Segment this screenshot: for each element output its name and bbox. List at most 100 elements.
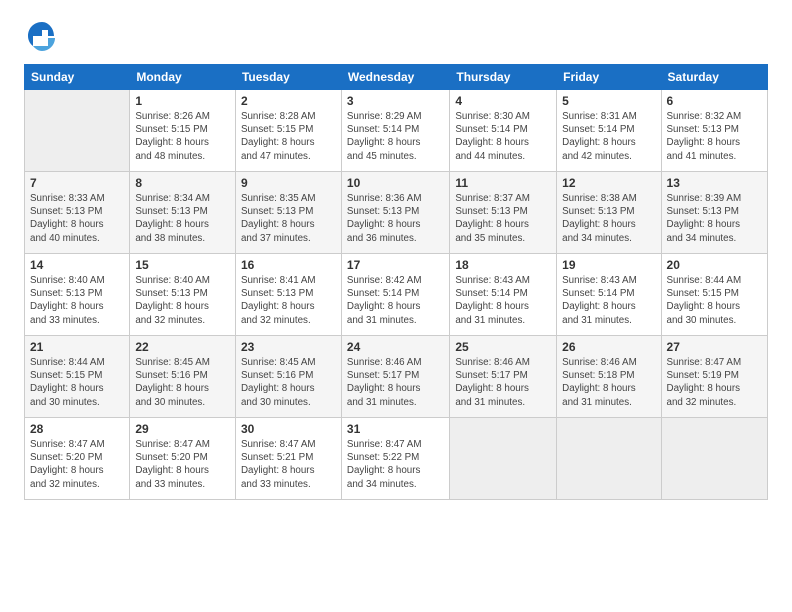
day-info: Sunrise: 8:46 AM Sunset: 5:17 PM Dayligh… [455,356,551,409]
day-info: Sunrise: 8:30 AM Sunset: 5:14 PM Dayligh… [455,110,551,163]
day-info: Sunrise: 8:47 AM Sunset: 5:22 PM Dayligh… [347,438,444,491]
week-row-3: 21 Sunrise: 8:44 AM Sunset: 5:15 PM Dayli… [25,336,768,418]
header [24,18,768,54]
day-info: Sunrise: 8:29 AM Sunset: 5:14 PM Dayligh… [347,110,444,163]
day-info: Sunrise: 8:40 AM Sunset: 5:13 PM Dayligh… [30,274,124,327]
day-info: Sunrise: 8:47 AM Sunset: 5:19 PM Dayligh… [667,356,762,409]
day-number: 25 [455,340,551,354]
week-row-2: 14 Sunrise: 8:40 AM Sunset: 5:13 PM Dayli… [25,254,768,336]
day-number: 14 [30,258,124,272]
day-info: Sunrise: 8:47 AM Sunset: 5:20 PM Dayligh… [135,438,230,491]
page: SundayMondayTuesdayWednesdayThursdayFrid… [0,0,792,612]
day-cell [450,418,557,500]
day-cell: 9 Sunrise: 8:35 AM Sunset: 5:13 PM Daylig… [235,172,341,254]
day-cell: 10Sunrise: 8:36 AM Sunset: 5:13 PM Dayli… [341,172,449,254]
day-number: 4 [455,94,551,108]
day-info: Sunrise: 8:46 AM Sunset: 5:18 PM Dayligh… [562,356,655,409]
day-number: 29 [135,422,230,436]
day-info: Sunrise: 8:46 AM Sunset: 5:17 PM Dayligh… [347,356,444,409]
day-cell: 2 Sunrise: 8:28 AM Sunset: 5:15 PM Daylig… [235,90,341,172]
day-number: 3 [347,94,444,108]
day-cell: 22Sunrise: 8:45 AM Sunset: 5:16 PM Dayli… [130,336,236,418]
day-cell: 29 Sunrise: 8:47 AM Sunset: 5:20 PM Dayli… [130,418,236,500]
day-info: Sunrise: 8:44 AM Sunset: 5:15 PM Dayligh… [667,274,762,327]
day-cell [661,418,767,500]
day-info: Sunrise: 8:36 AM Sunset: 5:13 PM Dayligh… [347,192,444,245]
day-info: Sunrise: 8:45 AM Sunset: 5:16 PM Dayligh… [241,356,336,409]
logo [24,18,66,54]
day-cell: 19 Sunrise: 8:43 AM Sunset: 5:14 PM Dayli… [557,254,661,336]
day-info: Sunrise: 8:39 AM Sunset: 5:13 PM Dayligh… [667,192,762,245]
day-cell: 15 Sunrise: 8:40 AM Sunset: 5:13 PM Dayli… [130,254,236,336]
day-cell: 8Sunrise: 8:34 AM Sunset: 5:13 PM Daylig… [130,172,236,254]
day-info: Sunrise: 8:31 AM Sunset: 5:14 PM Dayligh… [562,110,655,163]
day-info: Sunrise: 8:38 AM Sunset: 5:13 PM Dayligh… [562,192,655,245]
day-number: 12 [562,176,655,190]
day-cell: 11Sunrise: 8:37 AM Sunset: 5:13 PM Dayli… [450,172,557,254]
day-number: 27 [667,340,762,354]
day-cell [25,90,130,172]
day-cell: 20 Sunrise: 8:44 AM Sunset: 5:15 PM Dayli… [661,254,767,336]
day-info: Sunrise: 8:35 AM Sunset: 5:13 PM Dayligh… [241,192,336,245]
week-row-0: 1 Sunrise: 8:26 AM Sunset: 5:15 PM Daylig… [25,90,768,172]
day-cell: 18 Sunrise: 8:43 AM Sunset: 5:14 PM Dayli… [450,254,557,336]
logo-icon [24,18,60,54]
day-number: 21 [30,340,124,354]
day-info: Sunrise: 8:26 AM Sunset: 5:15 PM Dayligh… [135,110,230,163]
day-number: 9 [241,176,336,190]
day-cell: 3 Sunrise: 8:29 AM Sunset: 5:14 PM Daylig… [341,90,449,172]
day-info: Sunrise: 8:34 AM Sunset: 5:13 PM Dayligh… [135,192,230,245]
week-row-4: 28 Sunrise: 8:47 AM Sunset: 5:20 PM Dayli… [25,418,768,500]
week-row-1: 7Sunrise: 8:33 AM Sunset: 5:13 PM Daylig… [25,172,768,254]
day-number: 16 [241,258,336,272]
day-cell: 17 Sunrise: 8:42 AM Sunset: 5:14 PM Dayli… [341,254,449,336]
day-cell: 26 Sunrise: 8:46 AM Sunset: 5:18 PM Dayli… [557,336,661,418]
day-number: 17 [347,258,444,272]
day-number: 11 [455,176,551,190]
day-cell: 6Sunrise: 8:32 AM Sunset: 5:13 PM Daylig… [661,90,767,172]
day-number: 19 [562,258,655,272]
day-info: Sunrise: 8:43 AM Sunset: 5:14 PM Dayligh… [562,274,655,327]
day-info: Sunrise: 8:44 AM Sunset: 5:15 PM Dayligh… [30,356,124,409]
day-number: 15 [135,258,230,272]
day-number: 7 [30,176,124,190]
day-number: 28 [30,422,124,436]
day-info: Sunrise: 8:32 AM Sunset: 5:13 PM Dayligh… [667,110,762,163]
day-info: Sunrise: 8:40 AM Sunset: 5:13 PM Dayligh… [135,274,230,327]
calendar-table: SundayMondayTuesdayWednesdayThursdayFrid… [24,64,768,500]
day-cell: 23 Sunrise: 8:45 AM Sunset: 5:16 PM Dayli… [235,336,341,418]
day-cell: 4 Sunrise: 8:30 AM Sunset: 5:14 PM Daylig… [450,90,557,172]
day-cell: 13Sunrise: 8:39 AM Sunset: 5:13 PM Dayli… [661,172,767,254]
day-info: Sunrise: 8:47 AM Sunset: 5:20 PM Dayligh… [30,438,124,491]
day-cell: 24 Sunrise: 8:46 AM Sunset: 5:17 PM Dayli… [341,336,449,418]
header-saturday: Saturday [661,65,767,90]
day-number: 30 [241,422,336,436]
day-cell: 21 Sunrise: 8:44 AM Sunset: 5:15 PM Dayli… [25,336,130,418]
day-info: Sunrise: 8:43 AM Sunset: 5:14 PM Dayligh… [455,274,551,327]
header-monday: Monday [130,65,236,90]
day-cell: 5 Sunrise: 8:31 AM Sunset: 5:14 PM Daylig… [557,90,661,172]
day-cell [557,418,661,500]
day-cell: 31Sunrise: 8:47 AM Sunset: 5:22 PM Dayli… [341,418,449,500]
day-info: Sunrise: 8:42 AM Sunset: 5:14 PM Dayligh… [347,274,444,327]
header-friday: Friday [557,65,661,90]
day-number: 20 [667,258,762,272]
day-cell: 30Sunrise: 8:47 AM Sunset: 5:21 PM Dayli… [235,418,341,500]
header-wednesday: Wednesday [341,65,449,90]
day-number: 5 [562,94,655,108]
day-cell: 1 Sunrise: 8:26 AM Sunset: 5:15 PM Daylig… [130,90,236,172]
day-number: 23 [241,340,336,354]
day-number: 1 [135,94,230,108]
day-info: Sunrise: 8:45 AM Sunset: 5:16 PM Dayligh… [135,356,230,409]
day-info: Sunrise: 8:28 AM Sunset: 5:15 PM Dayligh… [241,110,336,163]
calendar-header-row: SundayMondayTuesdayWednesdayThursdayFrid… [25,65,768,90]
day-number: 24 [347,340,444,354]
day-cell: 12 Sunrise: 8:38 AM Sunset: 5:13 PM Dayli… [557,172,661,254]
day-cell: 7Sunrise: 8:33 AM Sunset: 5:13 PM Daylig… [25,172,130,254]
day-cell: 27 Sunrise: 8:47 AM Sunset: 5:19 PM Dayli… [661,336,767,418]
day-number: 26 [562,340,655,354]
header-thursday: Thursday [450,65,557,90]
day-number: 2 [241,94,336,108]
header-tuesday: Tuesday [235,65,341,90]
day-number: 18 [455,258,551,272]
